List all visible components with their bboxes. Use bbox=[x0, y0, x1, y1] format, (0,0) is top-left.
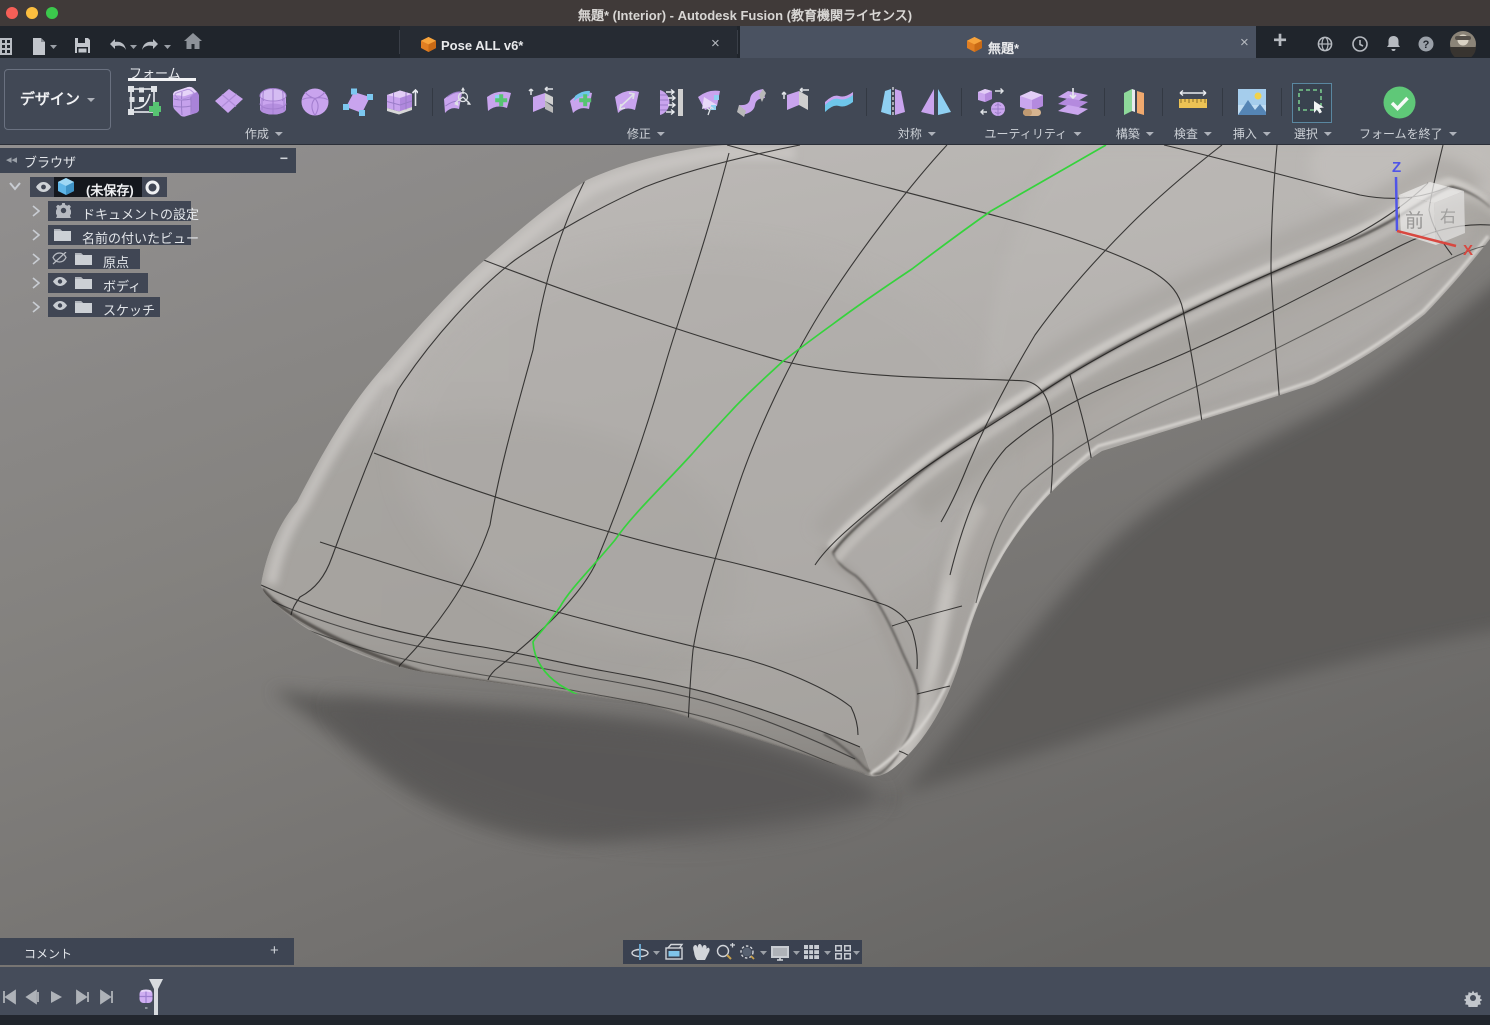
svg-text:X: X bbox=[1463, 242, 1473, 259]
svg-text:右: 右 bbox=[1440, 208, 1456, 226]
svg-text:前: 前 bbox=[1405, 210, 1424, 232]
svg-text:Z: Z bbox=[1392, 159, 1401, 176]
svg-text:?: ? bbox=[1423, 39, 1430, 51]
